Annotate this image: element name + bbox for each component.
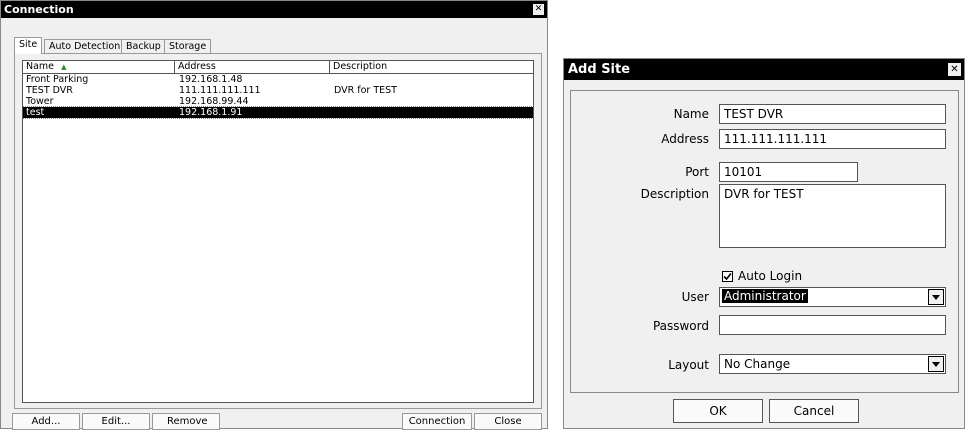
column-header-label: Name (26, 61, 55, 72)
connection-button[interactable]: Connection (402, 413, 472, 430)
name-label: Name (673, 107, 709, 121)
column-header-label: Address (178, 61, 216, 72)
site-tab-panel: Name ▲ Address Description Front Parking… (14, 53, 542, 409)
button-label: OK (709, 404, 727, 418)
close-icon: ✕ (950, 64, 959, 75)
address-label: Address (661, 132, 709, 146)
tab-label: Auto Detection (49, 41, 121, 52)
row-address: 111.111.111.111 (179, 85, 261, 96)
button-label: Connection (408, 416, 466, 427)
description-label: Description (640, 187, 709, 201)
add-site-title: Add Site (568, 62, 631, 77)
port-label: Port (685, 165, 709, 179)
row-name: test (26, 107, 45, 118)
auto-login-checkbox[interactable]: Auto Login (722, 269, 802, 283)
column-header-description[interactable]: Description (330, 61, 533, 73)
button-label: Edit... (101, 416, 131, 427)
tab-label: Storage (169, 41, 207, 52)
auto-login-label: Auto Login (738, 269, 803, 283)
chevron-down-icon (932, 294, 940, 300)
row-name: Tower (26, 96, 54, 107)
add-button[interactable]: Add... (12, 413, 80, 430)
address-field[interactable]: 111.111.111.111 (719, 129, 946, 149)
user-selected-value: Administrator (722, 289, 808, 303)
layout-label: Layout (668, 358, 709, 372)
description-field[interactable]: DVR for TEST (719, 184, 946, 248)
name-field[interactable]: TEST DVR (719, 104, 946, 124)
add-site-titlebar[interactable]: Add Site ✕ (564, 59, 964, 80)
chevron-down-icon (932, 361, 940, 367)
password-field[interactable] (719, 315, 946, 335)
add-site-dialog: Add Site ✕ Name TEST DVR Address 111.111… (563, 58, 965, 429)
layout-dropdown-button[interactable] (928, 356, 944, 372)
row-name: TEST DVR (26, 85, 73, 96)
table-row-selected[interactable]: test 192.168.1.91 (23, 106, 533, 119)
tab-label: Backup (126, 41, 161, 52)
button-label: Add... (31, 416, 61, 427)
tab-site[interactable]: Site (14, 37, 43, 54)
cancel-button[interactable]: Cancel (769, 399, 859, 423)
column-header-label: Description (333, 61, 388, 72)
column-header-name[interactable]: Name ▲ (23, 61, 175, 73)
password-label: Password (652, 319, 709, 333)
close-button[interactable]: Close (474, 413, 542, 430)
remove-button[interactable]: Remove (152, 413, 220, 430)
add-site-close-button[interactable]: ✕ (947, 62, 962, 77)
table-row[interactable]: Tower 192.168.99.44 (23, 96, 533, 107)
edit-button[interactable]: Edit... (82, 413, 150, 430)
row-name: Front Parking (26, 74, 89, 85)
button-label: Remove (167, 416, 208, 427)
button-label: Close (494, 416, 522, 427)
row-address: 192.168.1.48 (179, 74, 243, 85)
list-header: Name ▲ Address Description (23, 61, 533, 74)
sort-ascending-icon: ▲ (61, 63, 67, 71)
user-label: User (681, 290, 709, 304)
site-list[interactable]: Name ▲ Address Description Front Parking… (22, 60, 534, 403)
close-icon: ✕ (534, 4, 543, 14)
layout-select[interactable]: No Change (719, 354, 946, 374)
tab-auto-detection[interactable]: Auto Detection (44, 39, 126, 54)
tab-backup[interactable]: Backup (121, 39, 166, 54)
button-label: Cancel (793, 404, 835, 418)
ok-button[interactable]: OK (673, 399, 763, 423)
connection-window: Connection ✕ Site Auto Detection Backup … (0, 0, 548, 430)
port-field[interactable]: 10101 (719, 162, 858, 182)
tab-storage[interactable]: Storage (164, 39, 212, 54)
table-row[interactable]: Front Parking 192.168.1.48 (23, 74, 533, 85)
user-select[interactable]: Administrator (719, 287, 946, 307)
checkbox-checked-icon (722, 270, 733, 282)
row-address: 192.168.1.91 (179, 107, 243, 118)
row-description: DVR for TEST (334, 85, 397, 96)
connection-titlebar[interactable]: Connection ✕ (1, 1, 547, 18)
table-row[interactable]: TEST DVR 111.111.111.111 DVR for TEST (23, 85, 533, 96)
row-address: 192.168.99.44 (179, 96, 249, 107)
layout-selected-value: No Change (724, 357, 791, 371)
connection-close-button[interactable]: ✕ (532, 3, 545, 16)
tab-label: Site (19, 39, 38, 50)
column-header-address[interactable]: Address (175, 61, 330, 73)
connection-title: Connection (4, 3, 74, 16)
user-dropdown-button[interactable] (928, 289, 944, 305)
